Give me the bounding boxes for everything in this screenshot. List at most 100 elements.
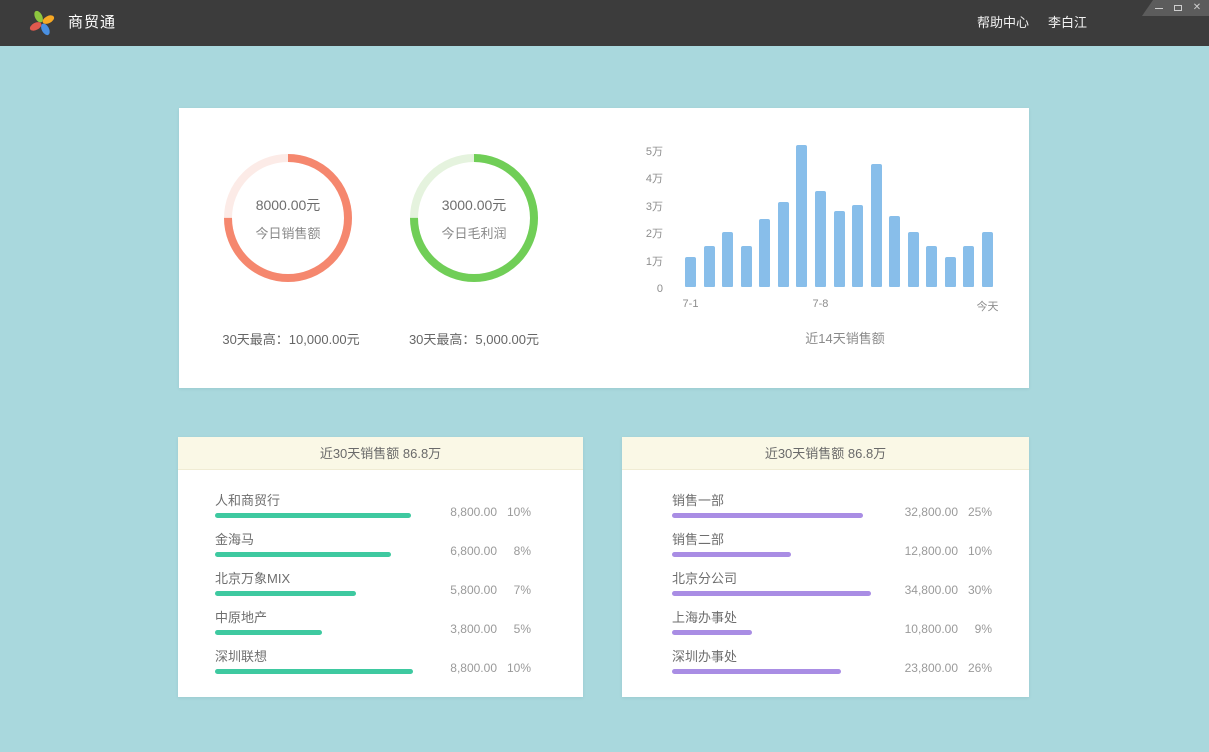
- sales-bar: [685, 257, 696, 287]
- sales-bar-chart: [685, 145, 993, 287]
- ranking-item-amount: 23,800.00: [905, 661, 958, 675]
- sales-bar: [963, 246, 974, 287]
- ranking-item-value: 5,800.007%: [450, 583, 531, 597]
- sales-bar: [741, 246, 752, 287]
- today-profit-gauge: 3000.00元 今日毛利润: [406, 150, 542, 286]
- ranking-item-value: 34,800.0030%: [905, 583, 992, 597]
- today-profit-label: 今日毛利润: [441, 223, 506, 242]
- x-tick-label: 7-8: [812, 298, 828, 310]
- x-tick-label: 今天: [977, 298, 999, 314]
- today-sales-value: 8000.00元: [256, 195, 321, 215]
- ranking-item-percent: 26%: [958, 661, 992, 675]
- maximize-icon[interactable]: [1173, 3, 1183, 13]
- pinwheel-logo-icon: [28, 9, 56, 37]
- ranking-row: 中原地产3,800.005%: [215, 610, 531, 636]
- ranking-item-amount: 3,800.00: [450, 622, 497, 636]
- ranking-item-value: 3,800.005%: [450, 622, 531, 636]
- app-title: 商贸通: [68, 0, 116, 46]
- department-ranking-card: 近30天销售额 86.8万 销售一部32,800.0025% 销售二部12,800…: [622, 437, 1029, 697]
- ranking-item-percent: 9%: [958, 622, 992, 636]
- ranking-item-value: 32,800.0025%: [905, 505, 992, 519]
- today-sales-gauge: 8000.00元 今日销售额: [220, 150, 356, 286]
- sales-bar: [926, 246, 937, 287]
- y-tick-label: 4万: [603, 172, 663, 186]
- sales-bar: [871, 164, 882, 287]
- ranking-item-percent: 7%: [497, 583, 531, 597]
- ranking-item-amount: 8,800.00: [450, 505, 497, 519]
- ranking-row: 北京万象MIX5,800.007%: [215, 571, 531, 597]
- ranking-item-bar: [215, 513, 411, 518]
- close-icon[interactable]: ✕: [1192, 3, 1202, 13]
- sales-bar: [796, 145, 807, 287]
- ranking-item-bar: [672, 552, 791, 557]
- y-tick-label: 3万: [603, 200, 663, 214]
- y-tick-label: 5万: [603, 145, 663, 159]
- ranking-item-amount: 32,800.00: [905, 505, 958, 519]
- ranking-item-amount: 12,800.00: [905, 544, 958, 558]
- sales-bar: [834, 211, 845, 287]
- overview-card: 8000.00元 今日销售额 3000.00元 今日毛利润 30天最高：10,0…: [179, 108, 1029, 388]
- ranking-item-amount: 6,800.00: [450, 544, 497, 558]
- ranking-row: 销售一部32,800.0025%: [672, 493, 992, 519]
- x-tick-label: 7-1: [683, 298, 699, 310]
- sales-bar: [722, 232, 733, 287]
- customer-ranking-list: 人和商贸行8,800.0010% 金海马6,800.008% 北京万象MIX5,80…: [215, 470, 531, 675]
- ranking-item-bar: [215, 552, 391, 557]
- ranking-row: 上海办事处10,800.009%: [672, 610, 992, 636]
- chart-title: 近14天销售额: [685, 328, 1005, 347]
- today-profit-value: 3000.00元: [442, 195, 507, 215]
- ranking-item-bar: [672, 591, 871, 596]
- ranking-item-bar: [672, 513, 863, 518]
- y-tick-label: 2万: [603, 227, 663, 241]
- ranking-item-percent: 25%: [958, 505, 992, 519]
- ranking-item-percent: 5%: [497, 622, 531, 636]
- user-name-link[interactable]: 李白江: [1048, 0, 1087, 46]
- ranking-item-bar: [215, 669, 413, 674]
- ranking-item-value: 6,800.008%: [450, 544, 531, 558]
- sales-bar: [778, 202, 789, 287]
- ranking-item-percent: 8%: [497, 544, 531, 558]
- ranking-item-bar: [672, 669, 841, 674]
- ranking-item-amount: 10,800.00: [905, 622, 958, 636]
- department-ranking-title: 近30天销售额 86.8万: [622, 437, 1029, 470]
- ranking-item-percent: 30%: [958, 583, 992, 597]
- y-tick-label: 1万: [603, 255, 663, 269]
- profit-30day-max: 30天最高：5,000.00元: [364, 329, 584, 348]
- ranking-row: 人和商贸行8,800.0010%: [215, 493, 531, 519]
- sales-bar: [759, 219, 770, 287]
- sales-bar: [889, 216, 900, 287]
- ranking-row: 金海马6,800.008%: [215, 532, 531, 558]
- ranking-item-value: 12,800.0010%: [905, 544, 992, 558]
- ranking-item-bar: [215, 591, 356, 596]
- ranking-item-percent: 10%: [497, 661, 531, 675]
- ranking-row: 深圳办事处23,800.0026%: [672, 649, 992, 675]
- sales-bar: [815, 191, 826, 287]
- ranking-item-bar: [215, 630, 322, 635]
- ranking-item-percent: 10%: [958, 544, 992, 558]
- ranking-item-value: 8,800.0010%: [450, 661, 531, 675]
- window-controls: ✕: [1142, 0, 1209, 16]
- ranking-item-value: 8,800.0010%: [450, 505, 531, 519]
- sales-bar: [982, 232, 993, 287]
- ranking-item-amount: 5,800.00: [450, 583, 497, 597]
- ranking-item-value: 23,800.0026%: [905, 661, 992, 675]
- ranking-item-value: 10,800.009%: [905, 622, 992, 636]
- ranking-row: 北京分公司34,800.0030%: [672, 571, 992, 597]
- sales-bar: [945, 257, 956, 287]
- today-sales-label: 今日销售额: [255, 223, 320, 242]
- sales-bar: [908, 232, 919, 287]
- customer-ranking-card: 近30天销售额 86.8万 人和商贸行8,800.0010% 金海马6,800.0…: [178, 437, 583, 697]
- titlebar: 商贸通 帮助中心 李白江 ✕: [0, 0, 1209, 46]
- minimize-icon[interactable]: [1154, 3, 1164, 13]
- customer-ranking-title: 近30天销售额 86.8万: [178, 437, 583, 470]
- ranking-item-amount: 34,800.00: [905, 583, 958, 597]
- ranking-row: 销售二部12,800.0010%: [672, 532, 992, 558]
- sales-bar: [852, 205, 863, 287]
- help-center-link[interactable]: 帮助中心: [977, 0, 1029, 46]
- y-tick-label: 0: [603, 282, 663, 296]
- ranking-item-amount: 8,800.00: [450, 661, 497, 675]
- ranking-item-percent: 10%: [497, 505, 531, 519]
- ranking-item-bar: [672, 630, 752, 635]
- ranking-row: 深圳联想8,800.0010%: [215, 649, 531, 675]
- sales-bar: [704, 246, 715, 287]
